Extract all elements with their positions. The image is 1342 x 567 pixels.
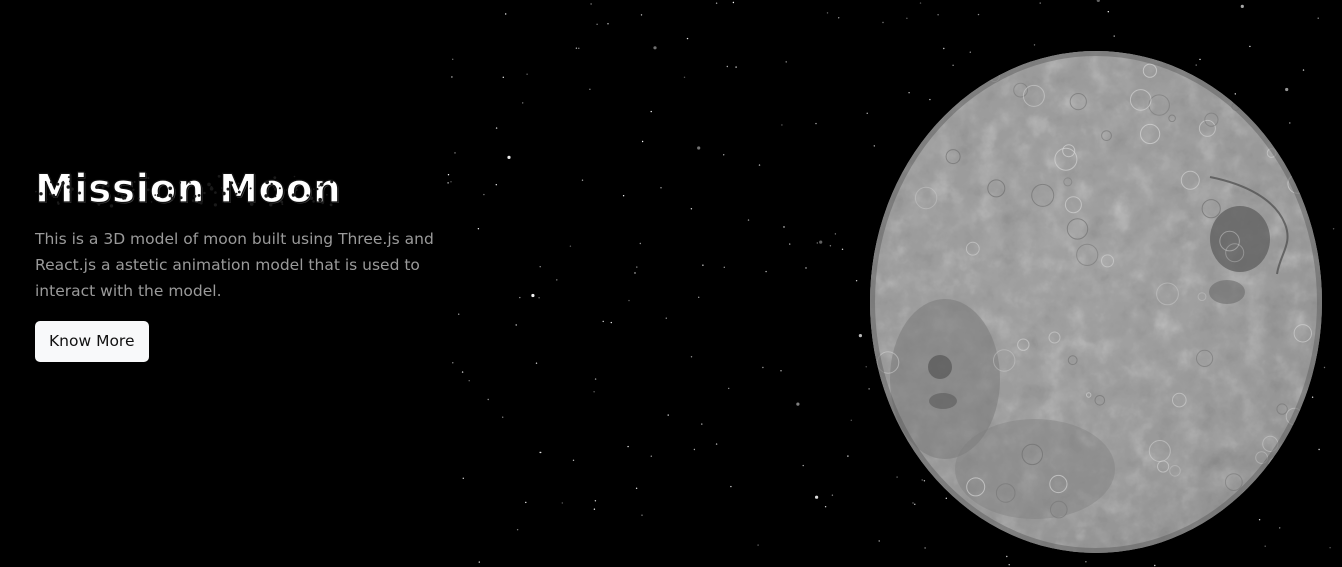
moon-model[interactable] [865, 49, 1327, 555]
hero-section: Mission Moon This is a 3D model of moon … [34, 167, 455, 362]
page-title: Mission Moon [34, 167, 342, 212]
know-more-button[interactable]: Know More [35, 321, 149, 362]
space-scene[interactable]: Mission Moon This is a 3D model of moon … [0, 0, 1342, 567]
hero-description: This is a 3D model of moon built using T… [35, 230, 434, 300]
moon-icon [870, 51, 1322, 553]
